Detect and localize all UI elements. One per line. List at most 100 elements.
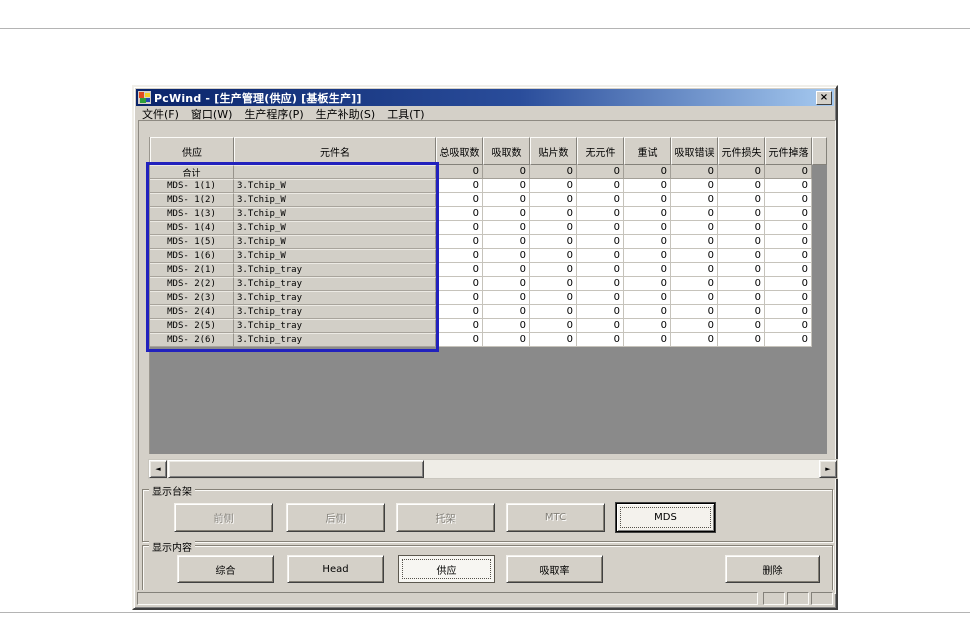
table-row[interactable]: MDS- 1(2) 3.Tchip_W 0 0 0 0 0 0 0 0	[150, 193, 827, 207]
table-row[interactable]: 合计 0 0 0 0 0 0 0 0	[150, 165, 827, 179]
table-row[interactable]: MDS- 1(1) 3.Tchip_W 0 0 0 0 0 0 0 0	[150, 179, 827, 193]
value-cell: 0	[436, 221, 483, 235]
column-header: 重试	[624, 137, 671, 165]
bracket-button[interactable]: 托架	[396, 503, 495, 532]
page-border-bottom	[0, 612, 970, 613]
supply-cell: MDS- 2(3)	[150, 291, 234, 305]
column-header: 总吸取数	[436, 137, 483, 165]
supply-cell: MDS- 1(3)	[150, 207, 234, 221]
value-cell: 0	[765, 249, 812, 263]
value-cell: 0	[530, 179, 577, 193]
mtc-button-label: MTC	[544, 512, 567, 523]
table-row[interactable]: MDS- 2(4) 3.Tchip_tray 0 0 0 0 0 0 0 0	[150, 305, 827, 319]
supply-button[interactable]: 供应	[398, 555, 495, 583]
scroll-left-icon[interactable]: ◄	[149, 460, 167, 478]
row-filler	[812, 319, 827, 333]
component-cell: 3.Tchip_tray	[234, 305, 436, 319]
pickup-rate-button[interactable]: 吸取率	[506, 555, 603, 583]
row-filler	[812, 207, 827, 221]
pickup-rate-button-label: 吸取率	[539, 565, 570, 577]
close-icon[interactable]: ×	[816, 90, 832, 105]
component-cell: 3.Tchip_W	[234, 249, 436, 263]
bracket-button-label: 托架	[435, 514, 456, 525]
value-cell: 0	[718, 235, 765, 249]
scroll-right-icon[interactable]: ►	[819, 460, 837, 478]
value-cell: 0	[577, 179, 624, 193]
mtc-button[interactable]: MTC	[506, 503, 605, 532]
row-filler	[812, 235, 827, 249]
value-cell: 0	[483, 291, 530, 305]
value-cell: 0	[765, 235, 812, 249]
table-row[interactable]: MDS- 2(6) 3.Tchip_tray 0 0 0 0 0 0 0 0	[150, 333, 827, 347]
delete-button[interactable]: 删除	[725, 555, 820, 583]
component-cell: 3.Tchip_tray	[234, 319, 436, 333]
table-row[interactable]: MDS- 2(5) 3.Tchip_tray 0 0 0 0 0 0 0 0	[150, 319, 827, 333]
value-cell: 0	[577, 249, 624, 263]
value-cell: 0	[483, 179, 530, 193]
value-cell: 0	[624, 305, 671, 319]
value-cell: 0	[718, 179, 765, 193]
value-cell: 0	[718, 291, 765, 305]
value-cell: 0	[624, 165, 671, 179]
row-filler	[812, 277, 827, 291]
table-row[interactable]: MDS- 1(5) 3.Tchip_W 0 0 0 0 0 0 0 0	[150, 235, 827, 249]
value-cell: 0	[577, 221, 624, 235]
value-cell: 0	[624, 291, 671, 305]
value-cell: 0	[624, 249, 671, 263]
value-cell: 0	[483, 263, 530, 277]
column-header: 元件名	[234, 137, 436, 165]
component-cell: 3.Tchip_tray	[234, 263, 436, 277]
page-border-top	[0, 28, 970, 29]
component-cell: 3.Tchip_W	[234, 207, 436, 221]
statusbar-panel	[763, 592, 785, 605]
supply-cell: MDS- 2(2)	[150, 277, 234, 291]
front-side-button[interactable]: 前侧	[174, 503, 273, 532]
mds-button-label: MDS	[654, 512, 677, 523]
row-filler	[812, 333, 827, 347]
value-cell: 0	[718, 333, 765, 347]
value-cell: 0	[718, 193, 765, 207]
value-cell: 0	[530, 221, 577, 235]
value-cell: 0	[577, 193, 624, 207]
value-cell: 0	[577, 165, 624, 179]
scrollbar-thumb[interactable]	[168, 460, 424, 478]
value-cell: 0	[671, 291, 718, 305]
row-filler	[812, 193, 827, 207]
table-row[interactable]: MDS- 1(6) 3.Tchip_W 0 0 0 0 0 0 0 0	[150, 249, 827, 263]
value-cell: 0	[530, 319, 577, 333]
pcwind-window: PcWind - [生产管理(供应) [基板生产]] × 文件(F) 窗口(W) 生…	[132, 85, 838, 610]
value-cell: 0	[436, 249, 483, 263]
column-header-filler	[812, 137, 827, 165]
menu-bar: 文件(F) 窗口(W) 生产程序(P) 生产补助(S) 工具(T)	[136, 106, 834, 121]
mds-button[interactable]: MDS	[616, 503, 715, 532]
table-row[interactable]: MDS- 1(3) 3.Tchip_W 0 0 0 0 0 0 0 0	[150, 207, 827, 221]
supply-cell: MDS- 1(4)	[150, 221, 234, 235]
horizontal-scrollbar[interactable]: ◄ ►	[148, 459, 838, 479]
component-cell: 3.Tchip_W	[234, 221, 436, 235]
value-cell: 0	[624, 333, 671, 347]
overall-button[interactable]: 综合	[177, 555, 274, 583]
value-cell: 0	[577, 305, 624, 319]
head-button[interactable]: Head	[287, 555, 384, 583]
value-cell: 0	[436, 305, 483, 319]
value-cell: 0	[718, 305, 765, 319]
value-cell: 0	[624, 319, 671, 333]
table-row[interactable]: MDS- 1(4) 3.Tchip_W 0 0 0 0 0 0 0 0	[150, 221, 827, 235]
value-cell: 0	[624, 193, 671, 207]
value-cell: 0	[765, 165, 812, 179]
table-row[interactable]: MDS- 2(3) 3.Tchip_tray 0 0 0 0 0 0 0 0	[150, 291, 827, 305]
component-cell: 3.Tchip_W	[234, 179, 436, 193]
title-bar[interactable]: PcWind - [生产管理(供应) [基板生产]] ×	[136, 89, 834, 106]
table-row[interactable]: MDS- 2(1) 3.Tchip_tray 0 0 0 0 0 0 0 0	[150, 263, 827, 277]
value-cell: 0	[483, 165, 530, 179]
value-cell: 0	[765, 319, 812, 333]
rear-side-button[interactable]: 后侧	[286, 503, 385, 532]
value-cell: 0	[671, 235, 718, 249]
value-cell: 0	[577, 291, 624, 305]
value-cell: 0	[436, 277, 483, 291]
value-cell: 0	[671, 263, 718, 277]
table-row[interactable]: MDS- 2(2) 3.Tchip_tray 0 0 0 0 0 0 0 0	[150, 277, 827, 291]
value-cell: 0	[577, 263, 624, 277]
column-header: 吸取数	[483, 137, 530, 165]
value-cell: 0	[436, 235, 483, 249]
